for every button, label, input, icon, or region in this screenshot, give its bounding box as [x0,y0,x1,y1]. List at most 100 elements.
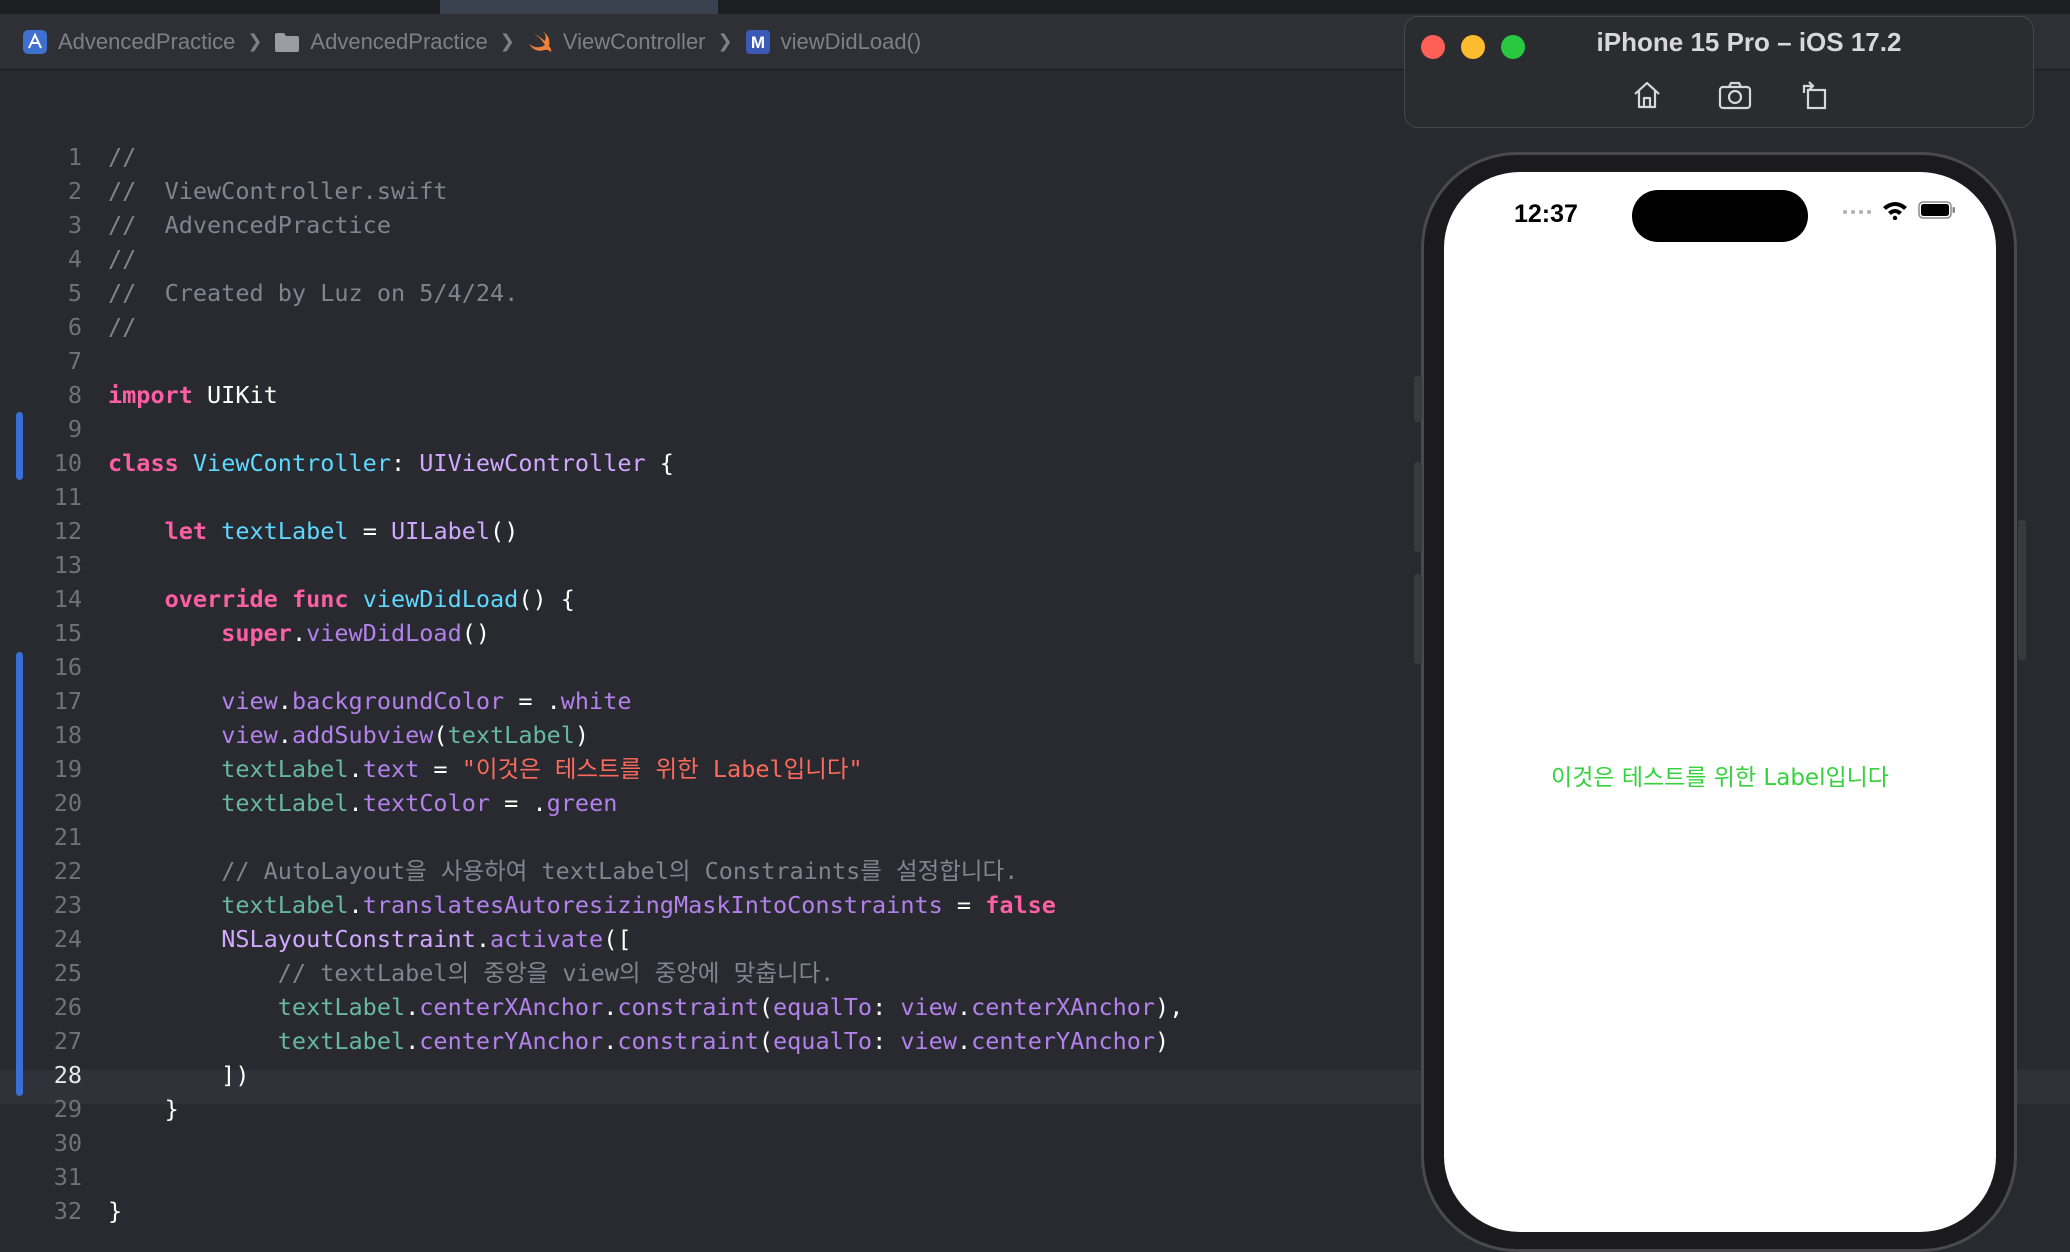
code-token: . [603,993,618,1021]
code-text: let textLabel = UILabel() [108,514,519,548]
code-token: . [348,755,363,783]
code-token: = [419,755,462,783]
code-line[interactable]: 3 // AdvencedPractice [0,208,391,242]
simulator-window: iPhone 15 Pro – iOS 17.2 [1404,16,2034,128]
code-line[interactable]: 22 // AutoLayout을 사용하여 textLabel의 Constr… [0,854,1019,888]
code-token: UIViewController [419,449,646,477]
line-number: 27 [53,1027,82,1055]
code-text: view.addSubview(textLabel) [108,718,589,752]
code-line[interactable]: 13 [0,548,82,582]
line-number: 16 [53,653,82,681]
code-text: textLabel.centerXAnchor.constraint(equal… [108,990,1184,1024]
code-token: // [108,245,137,273]
rotate-icon [1802,81,1827,110]
power-button[interactable] [2018,520,2026,660]
code-token: override [164,585,278,613]
breadcrumb-project[interactable]: AdvencedPractice [22,29,235,55]
code-line[interactable]: 7 [0,344,82,378]
code-token: ([ [603,925,632,953]
action-button[interactable] [1414,376,1422,422]
code-line[interactable]: 2 // ViewController.swift [0,174,448,208]
code-line[interactable]: 15 super.viewDidLoad() [0,616,490,650]
code-line[interactable]: 27 textLabel.centerYAnchor.constraint(eq… [0,1024,1170,1058]
volume-down-button[interactable] [1414,574,1422,664]
line-number: 3 [67,211,82,239]
code-line[interactable]: 31 [0,1160,82,1194]
code-token: addSubview [291,721,434,749]
code-line[interactable]: 14 override func viewDidLoad() { [0,582,575,616]
code-token: viewDidLoad [362,585,519,613]
breadcrumb-method[interactable]: M viewDidLoad() [745,29,921,55]
code-token: textColor [362,789,491,817]
code-line[interactable]: 16 [0,650,82,684]
code-text: super.viewDidLoad() [108,616,490,650]
code-token: . [348,789,363,817]
code-line[interactable]: 26 textLabel.centerXAnchor.constraint(eq… [0,990,1184,1024]
home-button[interactable] [1629,77,1665,113]
code-line[interactable]: 29 } [0,1092,179,1126]
code-token: NSLayoutConstraint [221,925,476,953]
code-token: = . [504,687,561,715]
chevron-right-icon: ❯ [717,31,733,51]
code-token: // textLabel의 중앙을 view의 중앙에 맞춥니다. [277,959,835,987]
code-line[interactable]: 9 [0,412,82,446]
code-line[interactable]: 24 NSLayoutConstraint.activate([ [0,922,632,956]
code-token: view [900,993,957,1021]
line-number: 1 [67,143,82,171]
code-line[interactable]: 11 [0,480,82,514]
simulator-title: iPhone 15 Pro – iOS 17.2 [1596,27,1902,57]
code-token: ]) [108,1061,250,1089]
code-text: // textLabel의 중앙을 view의 중앙에 맞춥니다. [108,956,835,990]
code-token: . [277,687,292,715]
breadcrumb-label: ViewController [562,28,706,54]
code-line[interactable]: 18 view.addSubview(textLabel) [0,718,589,752]
code-line[interactable]: 28 ]) [0,1058,250,1092]
code-line[interactable]: 6 // [0,310,136,344]
iphone-screen[interactable]: 12:37 이것은 테스트를 위한 Label입니다 [1444,172,1996,1232]
code-token: view [900,1027,957,1055]
breadcrumb-file[interactable]: ViewController [527,29,706,55]
screenshot-button[interactable] [1717,77,1753,113]
code-text: class ViewController: UIViewController { [108,446,674,480]
breadcrumb-folder[interactable]: AdvencedPractice [274,29,488,55]
code-line[interactable]: 12 let textLabel = UILabel() [0,514,519,548]
code-token: backgroundColor [291,687,505,715]
code-line[interactable]: 19 textLabel.text = "이것은 테스트를 위한 Label입니… [0,752,863,786]
code-token: . [956,1027,972,1055]
code-line[interactable]: 1 // [0,140,136,174]
code-token: UILabel [391,517,491,545]
code-token: centerXAnchor [419,993,604,1021]
code-line[interactable]: 8 import UIKit [0,378,278,412]
code-text: // [108,242,136,276]
folder-icon [274,29,300,55]
code-line[interactable]: 30 [0,1126,82,1160]
code-token: } [108,1197,123,1225]
code-token: textLabel [447,721,575,749]
code-line[interactable]: 4 // [0,242,136,276]
line-number: 12 [53,517,82,545]
code-text: } [108,1194,122,1228]
code-token: UIKit [192,381,278,409]
line-number: 22 [53,857,82,885]
line-number: 29 [53,1095,82,1123]
code-token: // AdvencedPractice [108,211,391,239]
code-line[interactable]: 32} [0,1194,122,1228]
code-line[interactable]: 17 view.backgroundColor = .white [0,684,632,718]
battery-icon [1918,201,1955,219]
code-token: ( [758,1027,774,1055]
line-number: 13 [53,551,82,579]
rotate-button[interactable] [1797,77,1833,113]
code-token: func [291,585,349,613]
code-line[interactable]: 5 // Created by Luz on 5/4/24. [0,276,518,310]
code-line[interactable]: 20 textLabel.textColor = .green [0,786,618,820]
code-line[interactable]: 21 [0,820,82,854]
code-line[interactable]: 23 textLabel.translatesAutoresizingMaskI… [0,888,1056,922]
code-line[interactable]: 25 // textLabel의 중앙을 view의 중앙에 맞춥니다. [0,956,835,990]
volume-up-button[interactable] [1414,462,1422,552]
code-line[interactable]: 10 class ViewController: UIViewController… [0,446,674,480]
